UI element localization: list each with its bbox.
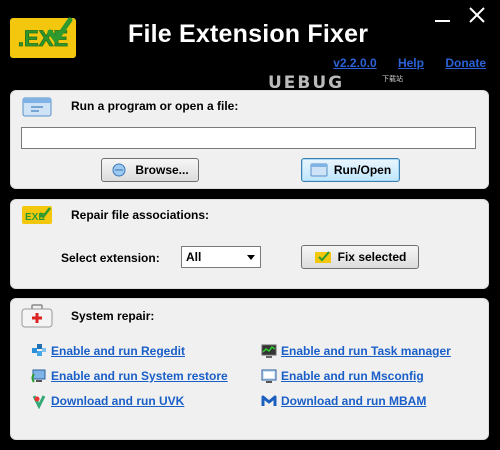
system-section-title: System repair: [71, 309, 155, 323]
app-window: .EXE File Extension Fixer v2.2.0.0 Help … [0, 0, 500, 450]
mbam-icon [261, 393, 277, 409]
run-panel: Run a program or open a file: Browse... … [10, 90, 489, 189]
minimize-icon[interactable] [430, 4, 456, 28]
mbam-link[interactable]: Download and run MBAM [261, 393, 426, 409]
fix-selected-label: Fix selected [337, 250, 407, 264]
msconfig-icon [261, 368, 277, 384]
browse-icon [111, 162, 129, 178]
task-manager-link[interactable]: Enable and run Task manager [261, 343, 451, 359]
extension-select-value: All [186, 250, 202, 264]
run-icon [310, 162, 328, 178]
regedit-icon [31, 343, 47, 359]
extension-select[interactable]: All [181, 246, 261, 268]
uvk-link[interactable]: Download and run UVK [31, 393, 184, 410]
run-open-label: Run/Open [333, 163, 392, 177]
repair-section-title: Repair file associations: [71, 208, 210, 222]
uvk-icon [31, 393, 47, 410]
system-restore-icon [31, 368, 47, 384]
help-link[interactable]: Help [398, 56, 424, 70]
chevron-down-icon [247, 255, 255, 260]
donate-link[interactable]: Donate [445, 56, 486, 70]
system-panel: System repair: Enable and run Regedit En… [10, 298, 489, 440]
repair-panel: EXE Repair file associations: Select ext… [10, 199, 489, 289]
close-icon[interactable] [464, 4, 490, 28]
watermark-sub: 下载站 [382, 76, 403, 83]
fix-icon [314, 249, 332, 265]
msconfig-link[interactable]: Enable and run Msconfig [261, 368, 424, 384]
app-title: File Extension Fixer [128, 20, 369, 48]
top-links: v2.2.0.0 Help Donate [315, 56, 486, 70]
run-section-title: Run a program or open a file: [71, 99, 239, 113]
task-manager-icon [261, 343, 277, 359]
run-window-icon [21, 96, 53, 123]
version-link[interactable]: v2.2.0.0 [333, 56, 376, 70]
fix-selected-button[interactable]: Fix selected [301, 245, 419, 269]
system-restore-link[interactable]: Enable and run System restore [31, 368, 228, 384]
run-open-button[interactable]: Run/Open [301, 158, 400, 182]
exe-icon: EXE [21, 204, 53, 231]
browse-button[interactable]: Browse... [101, 158, 199, 182]
browse-label: Browse... [135, 163, 189, 177]
select-extension-label: Select extension: [61, 251, 160, 265]
regedit-link[interactable]: Enable and run Regedit [31, 343, 185, 359]
first-aid-icon [21, 303, 53, 334]
app-logo: .EXE [8, 12, 78, 62]
file-path-input[interactable] [21, 127, 476, 149]
